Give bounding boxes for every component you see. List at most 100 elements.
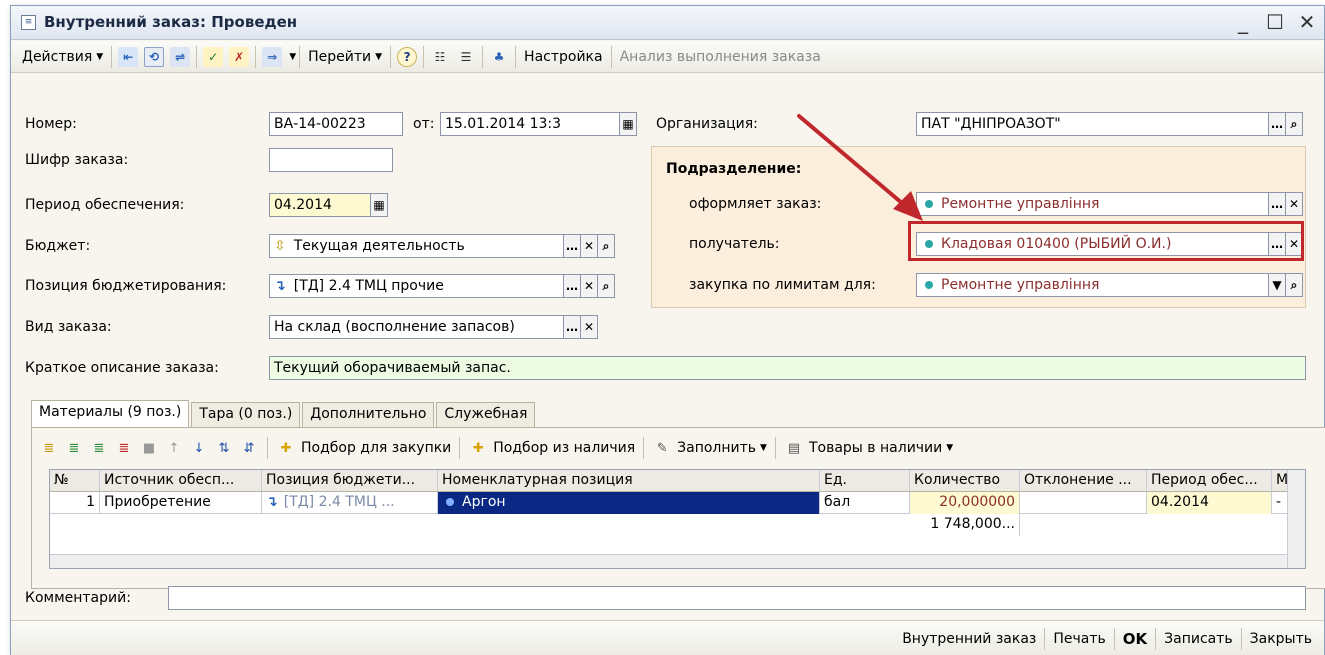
sort-desc-icon[interactable]: ⇵ xyxy=(239,438,259,458)
internal-order-button[interactable]: Внутренний заказ xyxy=(894,625,1044,653)
clear-icon[interactable]: ✕ xyxy=(580,315,598,339)
chevron-down-icon: ▼ xyxy=(760,443,767,453)
goto-label: Перейти xyxy=(308,48,372,65)
budget-field[interactable]: ⇳ Текущая деятельность xyxy=(269,234,564,258)
cipher-field[interactable] xyxy=(269,148,393,172)
clear-icon[interactable]: ✕ xyxy=(1285,232,1303,256)
arrow-left-icon[interactable]: ⇤ xyxy=(118,46,139,67)
post-doc-icon[interactable]: ⇌ xyxy=(170,46,191,67)
sort-asc-icon[interactable]: ⇅ xyxy=(214,438,234,458)
tab-packaging[interactable]: Тара (0 поз.) xyxy=(191,402,301,427)
fill-menu[interactable]: ✎ Заполнить ▼ xyxy=(647,438,772,458)
structure-icon[interactable]: ☷ xyxy=(430,47,450,67)
calendar-icon[interactable]: ▦ xyxy=(619,112,637,136)
tab-service[interactable]: Служебная xyxy=(436,402,536,427)
recipient-field[interactable]: Кладовая 010400 (РЫБИЙ О.И.) xyxy=(916,232,1269,256)
comment-label: Комментарий: xyxy=(25,590,131,606)
row-number[interactable]: 1 xyxy=(50,492,100,514)
select-ellipsis-button[interactable]: … xyxy=(1268,192,1286,216)
tab-additional[interactable]: Дополнительно xyxy=(302,402,435,427)
post-document-icon[interactable]: ✓ xyxy=(203,46,224,67)
org-field[interactable]: ПАТ "ДНІПРОАЗОТ" xyxy=(916,112,1269,136)
column-header[interactable]: Номенклатурная позиция xyxy=(438,470,820,492)
help-icon[interactable]: ? xyxy=(397,46,418,67)
select-ellipsis-button[interactable]: … xyxy=(563,234,581,258)
order-type-field[interactable]: На склад (восполнение запасов) xyxy=(269,315,564,339)
delete-row-icon[interactable]: ≣ xyxy=(114,438,134,458)
settings-button[interactable]: Настройка xyxy=(519,44,608,70)
column-header[interactable]: Отклонение ... xyxy=(1020,470,1147,492)
pick-purchase-label: Подбор для закупки xyxy=(301,440,452,456)
search-icon[interactable]: ⌕ xyxy=(1285,112,1303,136)
search-icon[interactable]: ⌕ xyxy=(1285,273,1303,297)
number-field[interactable]: ВА-14-00223 xyxy=(269,112,403,136)
column-header[interactable]: Количество xyxy=(910,470,1020,492)
search-icon[interactable]: ⌕ xyxy=(597,274,615,298)
comment-field[interactable] xyxy=(168,586,1306,610)
create-based-icon[interactable]: ⇒ xyxy=(262,46,283,67)
date-field[interactable]: 15.01.2014 13:3 xyxy=(440,112,620,136)
limits-field[interactable]: Ремонтне управління xyxy=(916,273,1269,297)
period-field[interactable]: 04.2014 xyxy=(269,193,371,217)
maximize-button[interactable]: ☐ xyxy=(1266,10,1284,34)
clear-icon[interactable]: ✕ xyxy=(580,234,598,258)
item-dot-icon xyxy=(446,497,454,506)
analysis-button[interactable]: Анализ выполнения заказа xyxy=(615,44,826,70)
calendar-icon[interactable]: ▦ xyxy=(370,193,388,217)
close-button[interactable]: Закрыть xyxy=(1242,625,1320,653)
clear-icon[interactable]: ✕ xyxy=(580,274,598,298)
chevron-down-icon[interactable]: ▼ xyxy=(289,52,296,62)
select-ellipsis-button[interactable]: … xyxy=(1268,112,1286,136)
copy-row-icon[interactable]: ≣ xyxy=(64,438,84,458)
add-row-icon[interactable]: ≣ xyxy=(39,438,59,458)
internal-order-window: ≡ Внутренний заказ: Проведен _ ☐ ✕ Дейст… xyxy=(10,5,1325,655)
ok-button[interactable]: OK xyxy=(1115,625,1155,653)
column-header[interactable]: Ед. xyxy=(820,470,910,492)
end-edit-icon[interactable]: ■ xyxy=(139,438,159,458)
description-field[interactable]: Текущий оборачиваемый запас. xyxy=(269,356,1306,380)
row-source[interactable]: Приобретение xyxy=(100,492,262,514)
row-quantity[interactable]: 20,000000 xyxy=(910,492,1020,514)
move-up-icon[interactable]: ↑ xyxy=(164,438,184,458)
pick-stock-button[interactable]: ✚ Подбор из наличия xyxy=(463,438,640,458)
select-ellipsis-button[interactable]: … xyxy=(1268,232,1286,256)
total-quantity: 1 748,000... xyxy=(910,514,1020,536)
edit-row-icon[interactable]: ≣ xyxy=(89,438,109,458)
list-icon[interactable]: ☰ xyxy=(456,47,476,67)
row-nomenclature[interactable]: Аргон xyxy=(438,492,820,514)
save-button[interactable]: Записать xyxy=(1156,625,1241,653)
minimize-button[interactable]: _ xyxy=(1234,10,1252,34)
folder-add-icon: ✚ xyxy=(472,440,484,456)
dropdown-chevron-icon[interactable]: ▼ xyxy=(1268,273,1286,297)
vertical-scrollbar[interactable] xyxy=(1287,470,1305,568)
pick-purchase-button[interactable]: ✚ Подбор для закупки xyxy=(271,438,456,458)
actions-label: Действия xyxy=(22,48,93,65)
select-ellipsis-button[interactable]: … xyxy=(563,274,581,298)
goods-in-stock-label: Товары в наличии xyxy=(808,440,943,456)
row-deviation[interactable] xyxy=(1020,492,1147,514)
unpost-document-icon[interactable]: ✗ xyxy=(229,46,250,67)
row-budget-position[interactable]: ↴ [ТД] 2.4 ТМЦ ... xyxy=(262,492,438,514)
goto-menu[interactable]: Перейти ▼ xyxy=(303,44,387,70)
move-down-icon[interactable]: ↓ xyxy=(189,438,209,458)
budget-position-field[interactable]: ↴ [ТД] 2.4 ТМЦ прочие xyxy=(269,274,564,298)
close-window-button[interactable]: ✕ xyxy=(1298,10,1316,34)
tab-materials[interactable]: Материалы (9 поз.) xyxy=(31,400,190,427)
column-header[interactable]: Позиция бюджети... xyxy=(262,470,438,492)
goods-in-stock-menu[interactable]: ▤ Товары в наличии ▼ xyxy=(779,438,958,458)
row-period[interactable]: 04.2014 xyxy=(1147,492,1272,514)
table-row[interactable]: 1 Приобретение ↴ [ТД] 2.4 ТМЦ ... Аргон б… xyxy=(50,492,1305,514)
issuer-field[interactable]: Ремонтне управління xyxy=(916,192,1269,216)
clear-icon[interactable]: ✕ xyxy=(1285,192,1303,216)
column-header[interactable]: Источник обесп... xyxy=(100,470,262,492)
row-unit[interactable]: бал xyxy=(820,492,910,514)
hierarchy-icon[interactable]: ♣ xyxy=(489,47,509,67)
column-header[interactable]: Период обес... xyxy=(1147,470,1272,492)
actions-menu[interactable]: Действия ▼ xyxy=(17,44,108,70)
search-icon[interactable]: ⌕ xyxy=(597,234,615,258)
select-ellipsis-button[interactable]: … xyxy=(563,315,581,339)
horizontal-scrollbar[interactable] xyxy=(50,554,1287,568)
refresh-doc-icon[interactable]: ⟲ xyxy=(144,46,165,67)
print-button[interactable]: Печать xyxy=(1045,625,1113,653)
column-header[interactable]: № xyxy=(50,470,100,492)
